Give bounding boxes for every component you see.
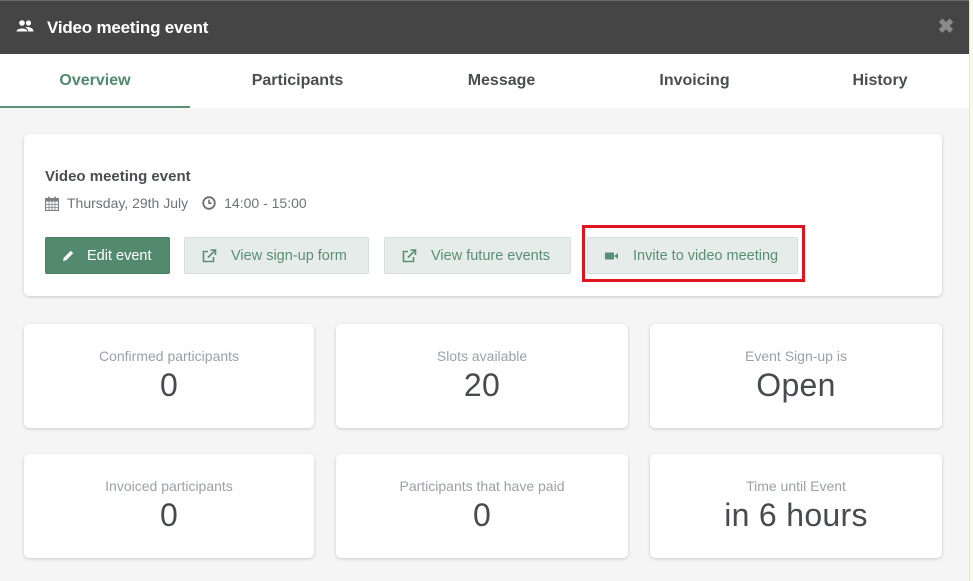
view-signup-form-label: View sign-up form [231, 247, 347, 264]
edit-event-label: Edit event [87, 247, 152, 264]
stat-value: 20 [463, 367, 501, 403]
external-link-icon [402, 248, 417, 262]
stat-value: in 6 hours [724, 497, 868, 533]
stat-label: Time until Event [746, 478, 846, 494]
stat-label: Invoiced participants [105, 478, 233, 494]
tab-participants[interactable]: Participants [190, 54, 405, 108]
clock-icon [202, 196, 216, 210]
external-link-icon [202, 248, 217, 262]
event-title: Video meeting event [45, 168, 191, 185]
stat-card-slots-available: Slots available 20 [336, 324, 628, 428]
stat-value: 0 [159, 497, 179, 533]
tab-bar: Overview Participants Message Invoicing … [0, 54, 969, 108]
event-modal: Video meeting event ✖ Overview Participa… [0, 0, 970, 581]
video-camera-icon [605, 252, 618, 259]
view-signup-form-button[interactable]: View sign-up form [184, 237, 369, 274]
pencil-icon [63, 250, 74, 261]
tab-invoicing[interactable]: Invoicing [598, 54, 791, 108]
stat-card-signup-status: Event Sign-up is Open [650, 324, 942, 428]
view-future-events-button[interactable]: View future events [384, 237, 571, 274]
stat-value: 0 [159, 367, 179, 403]
stat-card-paid-participants: Participants that have paid 0 [336, 454, 628, 558]
event-info-card: Video meeting event Thursday, 29th July … [24, 134, 942, 296]
stat-label: Event Sign-up is [745, 348, 847, 364]
stat-card-time-until-event: Time until Event in 6 hours [650, 454, 942, 558]
tab-message[interactable]: Message [405, 54, 598, 108]
modal-title: Video meeting event [47, 18, 209, 37]
stat-card-confirmed-participants: Confirmed participants 0 [24, 324, 314, 428]
invite-to-video-meeting-button[interactable]: Invite to video meeting [587, 237, 798, 274]
tab-history[interactable]: History [791, 54, 969, 108]
stat-label: Slots available [436, 348, 528, 364]
view-future-events-label: View future events [431, 247, 551, 264]
stat-value: 0 [472, 497, 492, 533]
stat-label: Participants that have paid [399, 478, 565, 494]
stat-label: Confirmed participants [98, 348, 240, 364]
event-time: 14:00 - 15:00 [224, 195, 307, 211]
invite-to-video-meeting-label: Invite to video meeting [633, 247, 779, 264]
event-date: Thursday, 29th July [67, 195, 189, 211]
close-icon[interactable]: ✖ [937, 17, 955, 37]
modal-header: Video meeting event ✖ [0, 0, 969, 54]
stat-card-invoiced-participants: Invoiced participants 0 [24, 454, 314, 558]
event-meta: Thursday, 29th July 14:00 - 15:00 [45, 195, 307, 211]
edit-event-button[interactable]: Edit event [45, 237, 170, 274]
people-icon [16, 20, 34, 32]
calendar-icon [45, 196, 59, 211]
stat-value: Open [756, 367, 836, 403]
tab-overview[interactable]: Overview [0, 54, 190, 108]
